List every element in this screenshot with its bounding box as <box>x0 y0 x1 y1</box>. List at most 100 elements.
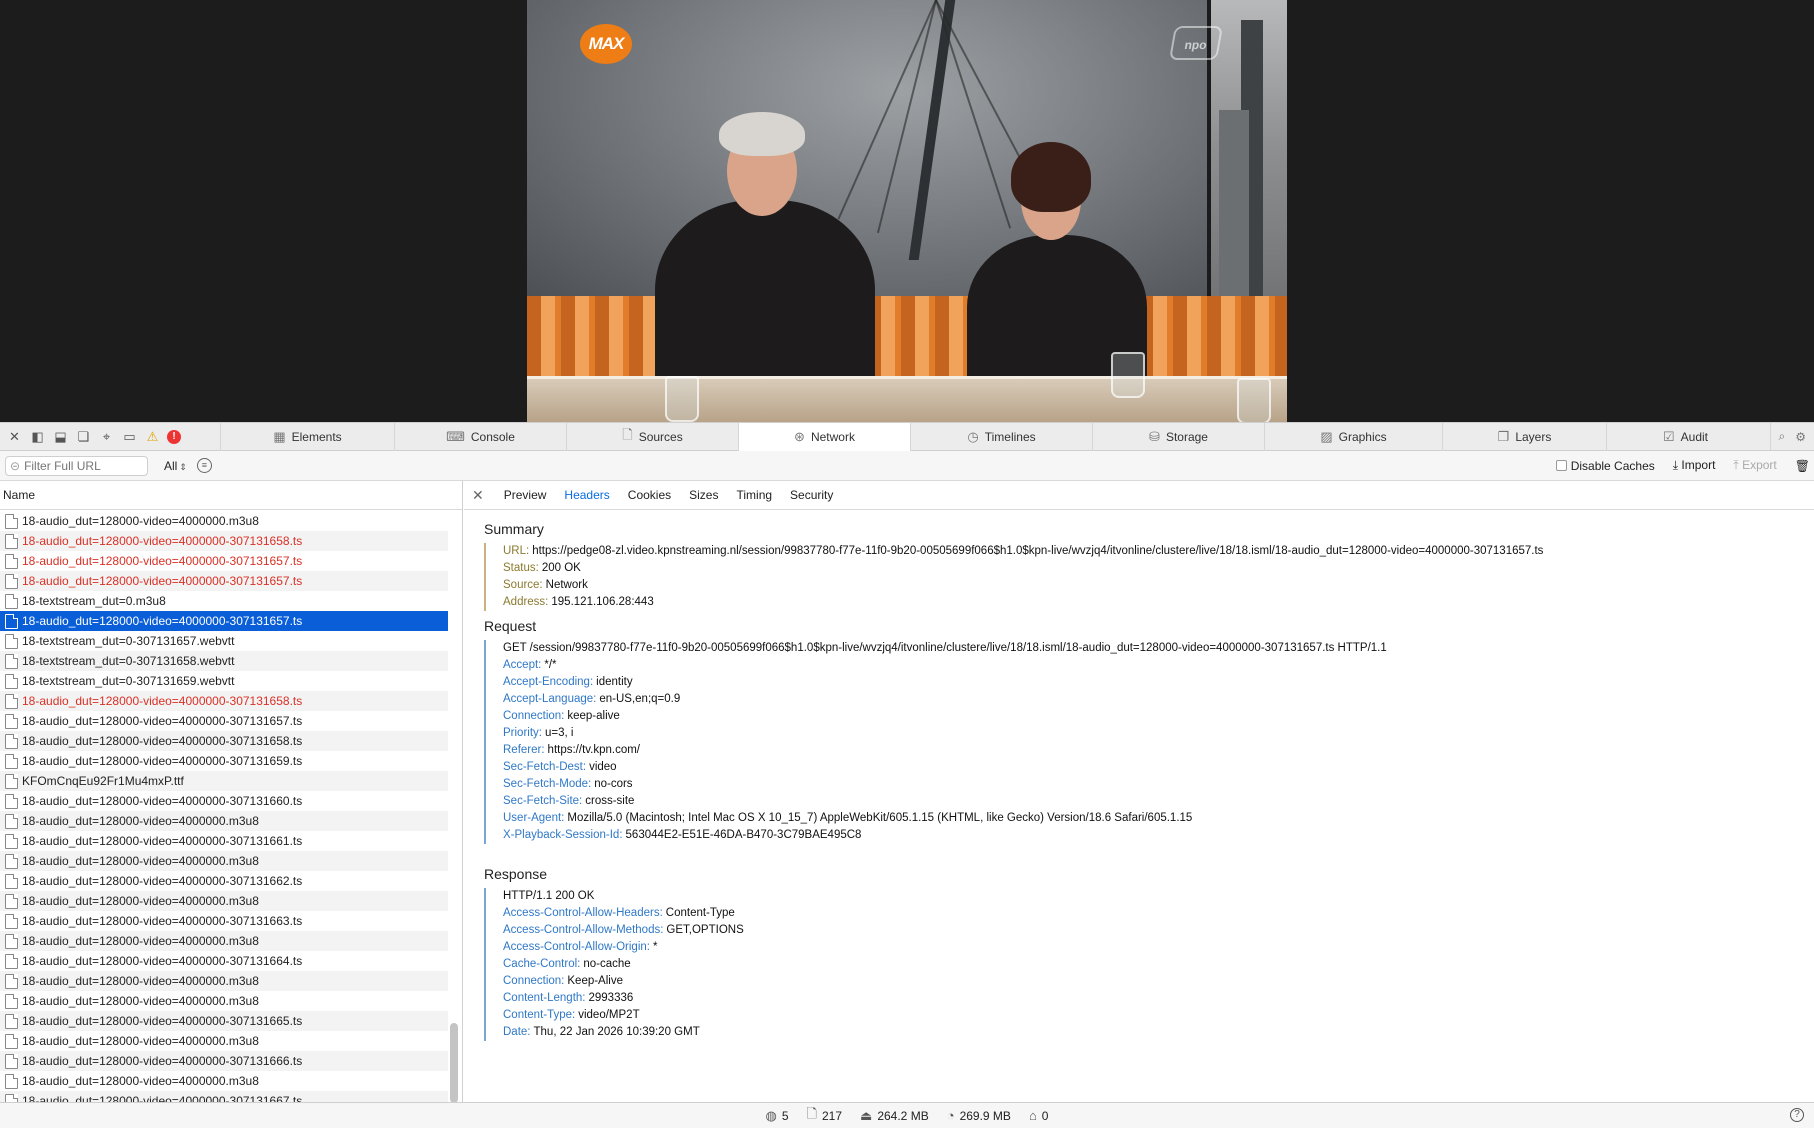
detail-tab-cookies[interactable]: Cookies <box>628 488 671 502</box>
detail-tab-preview[interactable]: Preview <box>504 488 547 502</box>
request-header-value: Mozilla/5.0 (Macintosh; Intel Mac OS X 1… <box>567 812 1193 824</box>
file-icon <box>5 913 18 929</box>
help-icon[interactable]: ? <box>1790 1108 1804 1122</box>
request-row[interactable]: 18-audio_dut=128000-video=4000000-307131… <box>0 951 448 971</box>
detail-tab-security[interactable]: Security <box>790 488 833 502</box>
device-icon[interactable]: ▭ <box>121 428 138 445</box>
dock-bottom-icon[interactable]: ⬓ <box>52 428 69 445</box>
filter-url-input[interactable] <box>24 458 145 473</box>
request-header-key: Referer: <box>503 744 545 756</box>
gear-icon[interactable]: ⚙ <box>1795 430 1806 444</box>
request-header-key: Sec-Fetch-Mode: <box>503 778 592 790</box>
request-row[interactable]: 18-textstream_dut=0-307131658.webvtt <box>0 651 448 671</box>
request-row[interactable]: 18-audio_dut=128000-video=4000000-307131… <box>0 831 448 851</box>
detach-icon[interactable]: ❏ <box>75 428 92 445</box>
resource-type-select[interactable]: All ⇕ <box>164 459 187 473</box>
request-row[interactable]: 18-audio_dut=128000-video=4000000-307131… <box>0 551 448 571</box>
trash-icon[interactable]: 🗑 <box>1795 459 1810 473</box>
file-icon <box>5 733 18 749</box>
export-button[interactable]: ⤒ Export <box>1733 458 1776 473</box>
name-column-header[interactable]: Name <box>0 481 462 510</box>
crosshair-icon[interactable]: ⌖ <box>98 428 115 445</box>
error-icon[interactable]: ! <box>167 429 181 444</box>
request-row[interactable]: 18-audio_dut=128000-video=4000000.m3u8 <box>0 1031 448 1051</box>
tab-elements[interactable]: ▦ Elements <box>220 423 394 451</box>
request-header-row: Sec-Fetch-Site: cross-site <box>503 793 1387 810</box>
detail-tab-headers[interactable]: Headers <box>564 488 609 502</box>
request-row[interactable]: 18-audio_dut=128000-video=4000000-307131… <box>0 611 448 631</box>
resource-size: ◔ 269.9 MB <box>947 1108 1011 1123</box>
request-row[interactable]: 18-audio_dut=128000-video=4000000-307131… <box>0 571 448 591</box>
request-row[interactable]: 18-audio_dut=128000-video=4000000-307131… <box>0 871 448 891</box>
request-row[interactable]: 18-audio_dut=128000-video=4000000-307131… <box>0 711 448 731</box>
tab-layers[interactable]: ❐ Layers <box>1442 423 1606 451</box>
request-row[interactable]: 18-audio_dut=128000-video=4000000.m3u8 <box>0 971 448 991</box>
request-row[interactable]: 18-audio_dut=128000-video=4000000.m3u8 <box>0 511 448 531</box>
request-detail: ✕ Preview Headers Cookies Sizes Timing Securi… <box>464 481 1814 1102</box>
tab-graphics[interactable]: ▨ Graphics <box>1264 423 1442 451</box>
tab-console[interactable]: ⌨ Console <box>394 423 566 451</box>
npo-broadcaster-logo: npo <box>1169 26 1223 60</box>
video-frame[interactable] <box>527 0 1287 422</box>
request-row[interactable]: 18-audio_dut=128000-video=4000000-307131… <box>0 791 448 811</box>
import-button[interactable]: ⤓ Import <box>1673 458 1716 473</box>
tab-sources[interactable]: 🗋 Sources <box>566 423 738 451</box>
request-row[interactable]: 18-audio_dut=128000-video=4000000-307131… <box>0 1051 448 1071</box>
request-row[interactable]: 18-audio_dut=128000-video=4000000-307131… <box>0 911 448 931</box>
request-row[interactable]: 18-audio_dut=128000-video=4000000.m3u8 <box>0 931 448 951</box>
request-name: 18-audio_dut=128000-video=4000000-307131… <box>22 1054 303 1068</box>
tab-label: Timelines <box>984 430 1036 444</box>
close-icon[interactable]: ✕ <box>6 428 23 445</box>
detail-tab-sizes[interactable]: Sizes <box>689 488 718 502</box>
export-icon: ⤒ <box>1733 458 1739 472</box>
search-icon[interactable]: ⌕ <box>1779 429 1786 444</box>
file-icon <box>5 713 18 729</box>
response-header-row: Access-Control-Allow-Origin: * <box>503 939 744 956</box>
request-row[interactable]: 18-audio_dut=128000-video=4000000.m3u8 <box>0 991 448 1011</box>
filter-options-icon[interactable]: ≡ <box>196 458 212 473</box>
network-icon: ⊛ <box>794 429 805 444</box>
request-header-value: identity <box>596 676 633 688</box>
list-scrollbar[interactable] <box>450 1023 458 1102</box>
request-name: 18-audio_dut=128000-video=4000000-307131… <box>22 794 303 808</box>
dock-left-icon[interactable]: ◧ <box>29 428 46 445</box>
tab-timelines[interactable]: ◷ Timelines <box>910 423 1092 451</box>
request-row[interactable]: 18-audio_dut=128000-video=4000000-307131… <box>0 1091 448 1102</box>
request-row[interactable]: 18-textstream_dut=0-307131659.webvtt <box>0 671 448 691</box>
request-row[interactable]: 18-audio_dut=128000-video=4000000-307131… <box>0 1011 448 1031</box>
request-header-key: Accept: <box>503 659 542 671</box>
tab-audit[interactable]: ☑ Audit <box>1606 423 1764 451</box>
request-row[interactable]: 18-audio_dut=128000-video=4000000-307131… <box>0 691 448 711</box>
response-section: Response HTTP/1.1 200 OK Access-Control-… <box>484 866 744 1041</box>
request-row[interactable]: 18-textstream_dut=0-307131657.webvtt <box>0 631 448 651</box>
filter-icon: ⊝ <box>10 458 21 473</box>
redirect-icon: ⌂ <box>1028 1108 1037 1123</box>
request-row[interactable]: 18-audio_dut=128000-video=4000000-307131… <box>0 531 448 551</box>
request-row[interactable]: 18-audio_dut=128000-video=4000000-307131… <box>0 751 448 771</box>
file-icon <box>5 1073 18 1089</box>
audit-icon: ☑ <box>1662 429 1675 444</box>
request-header-key: Accept-Encoding: <box>503 676 594 688</box>
request-name: 18-audio_dut=128000-video=4000000-307131… <box>22 834 303 848</box>
disable-caches-toggle[interactable]: Disable Caches <box>1555 459 1655 473</box>
request-row[interactable]: 18-audio_dut=128000-video=4000000.m3u8 <box>0 851 448 871</box>
request-header-value: */* <box>544 659 557 671</box>
file-icon <box>5 753 18 769</box>
request-header-value: 563044E2-E51E-46DA-B470-3C79BAE495C8 <box>625 829 862 841</box>
close-detail-icon[interactable]: ✕ <box>472 487 484 504</box>
response-header-key: Content-Length: <box>503 992 586 1004</box>
request-header-key: Accept-Language: <box>503 693 597 705</box>
warning-icon[interactable]: ⚠ <box>144 428 161 445</box>
tab-network[interactable]: ⊛ Network <box>738 423 910 451</box>
tab-storage[interactable]: ⛁ Storage <box>1092 423 1264 451</box>
filter-field[interactable]: ⊝ <box>5 455 148 476</box>
request-row[interactable]: 18-textstream_dut=0.m3u8 <box>0 591 448 611</box>
summary-values: URL: https://pedge08-zl.video.kpnstreamin… <box>484 543 1543 611</box>
disable-caches-checkbox[interactable] <box>1555 459 1567 471</box>
request-row[interactable]: 18-audio_dut=128000-video=4000000.m3u8 <box>0 1071 448 1091</box>
request-row[interactable]: 18-audio_dut=128000-video=4000000.m3u8 <box>0 811 448 831</box>
request-row[interactable]: KFOmCnqEu92Fr1Mu4mxP.ttf <box>0 771 448 791</box>
detail-tab-timing[interactable]: Timing <box>736 488 772 502</box>
request-row[interactable]: 18-audio_dut=128000-video=4000000.m3u8 <box>0 891 448 911</box>
request-row[interactable]: 18-audio_dut=128000-video=4000000-307131… <box>0 731 448 751</box>
